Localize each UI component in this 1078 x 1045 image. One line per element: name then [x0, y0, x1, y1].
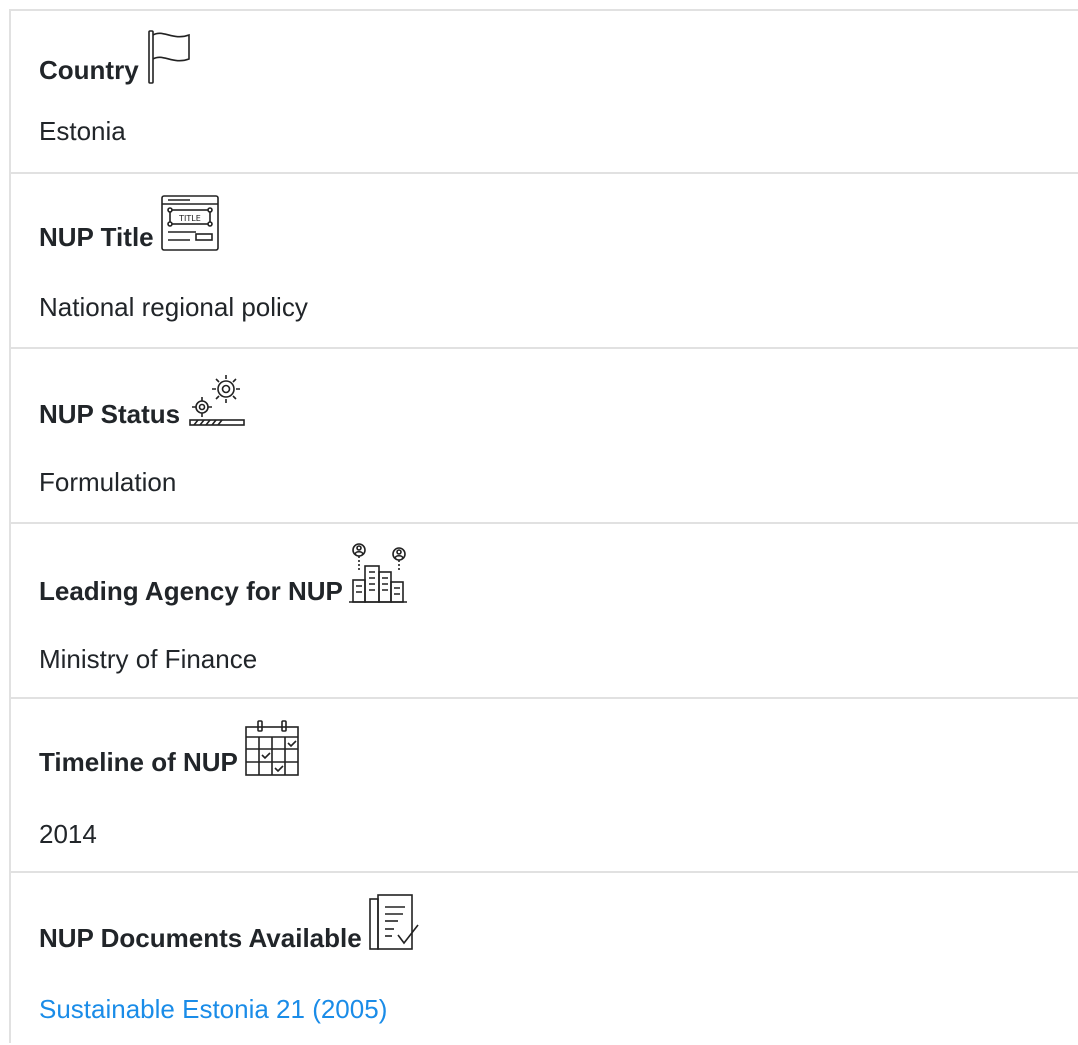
- document-check-icon: [368, 893, 424, 953]
- gears-progress-icon: [186, 371, 248, 429]
- field-value-nup-title: National regional policy: [39, 292, 308, 322]
- field-value-nup-status: Formulation: [39, 467, 177, 497]
- field-nup-documents: NUP Documents Available Sustainable Esto…: [11, 873, 1078, 1045]
- field-value-timeline: 2014: [39, 819, 97, 849]
- field-country: Country Estonia: [11, 11, 1078, 174]
- field-value-country: Estonia: [39, 116, 126, 146]
- field-label-leading-agency: Leading Agency for NUP: [39, 576, 343, 606]
- field-value-leading-agency: Ministry of Finance: [39, 644, 258, 674]
- field-nup-status: NUP Status Formulation: [11, 349, 1078, 524]
- field-label-country: Country: [39, 55, 139, 85]
- nup-document-link[interactable]: Sustainable Estonia 21 (2005): [39, 994, 387, 1024]
- field-label-nup-documents: NUP Documents Available: [39, 923, 362, 953]
- field-label-timeline: Timeline of NUP: [39, 747, 238, 777]
- field-label-nup-title: NUP Title: [39, 222, 154, 252]
- city-buildings-people-icon: [348, 542, 407, 606]
- nup-info-card: Country Estonia NUP Title TITLE National…: [9, 9, 1078, 1043]
- svg-text:TITLE: TITLE: [178, 214, 201, 223]
- field-label-nup-status: NUP Status: [39, 399, 181, 429]
- field-nup-title: NUP Title TITLE National regional policy: [11, 174, 1078, 349]
- field-timeline: Timeline of NUP 2014: [11, 699, 1078, 873]
- flag-icon: [145, 29, 193, 85]
- title-window-icon: TITLE: [160, 194, 220, 252]
- calendar-check-icon: [244, 719, 300, 777]
- field-leading-agency: Leading Agency for NUP Ministry of Finan…: [11, 524, 1078, 699]
